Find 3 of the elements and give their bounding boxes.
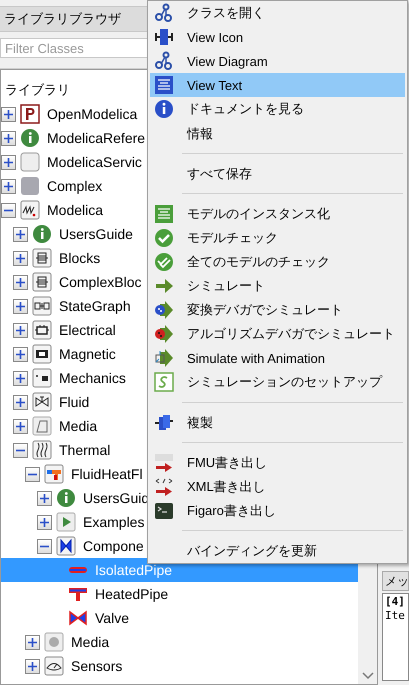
message-text: [4] <box>385 595 405 609</box>
tree-header: ライブラリ <box>4 81 70 99</box>
message-text: Ite <box>385 609 405 623</box>
